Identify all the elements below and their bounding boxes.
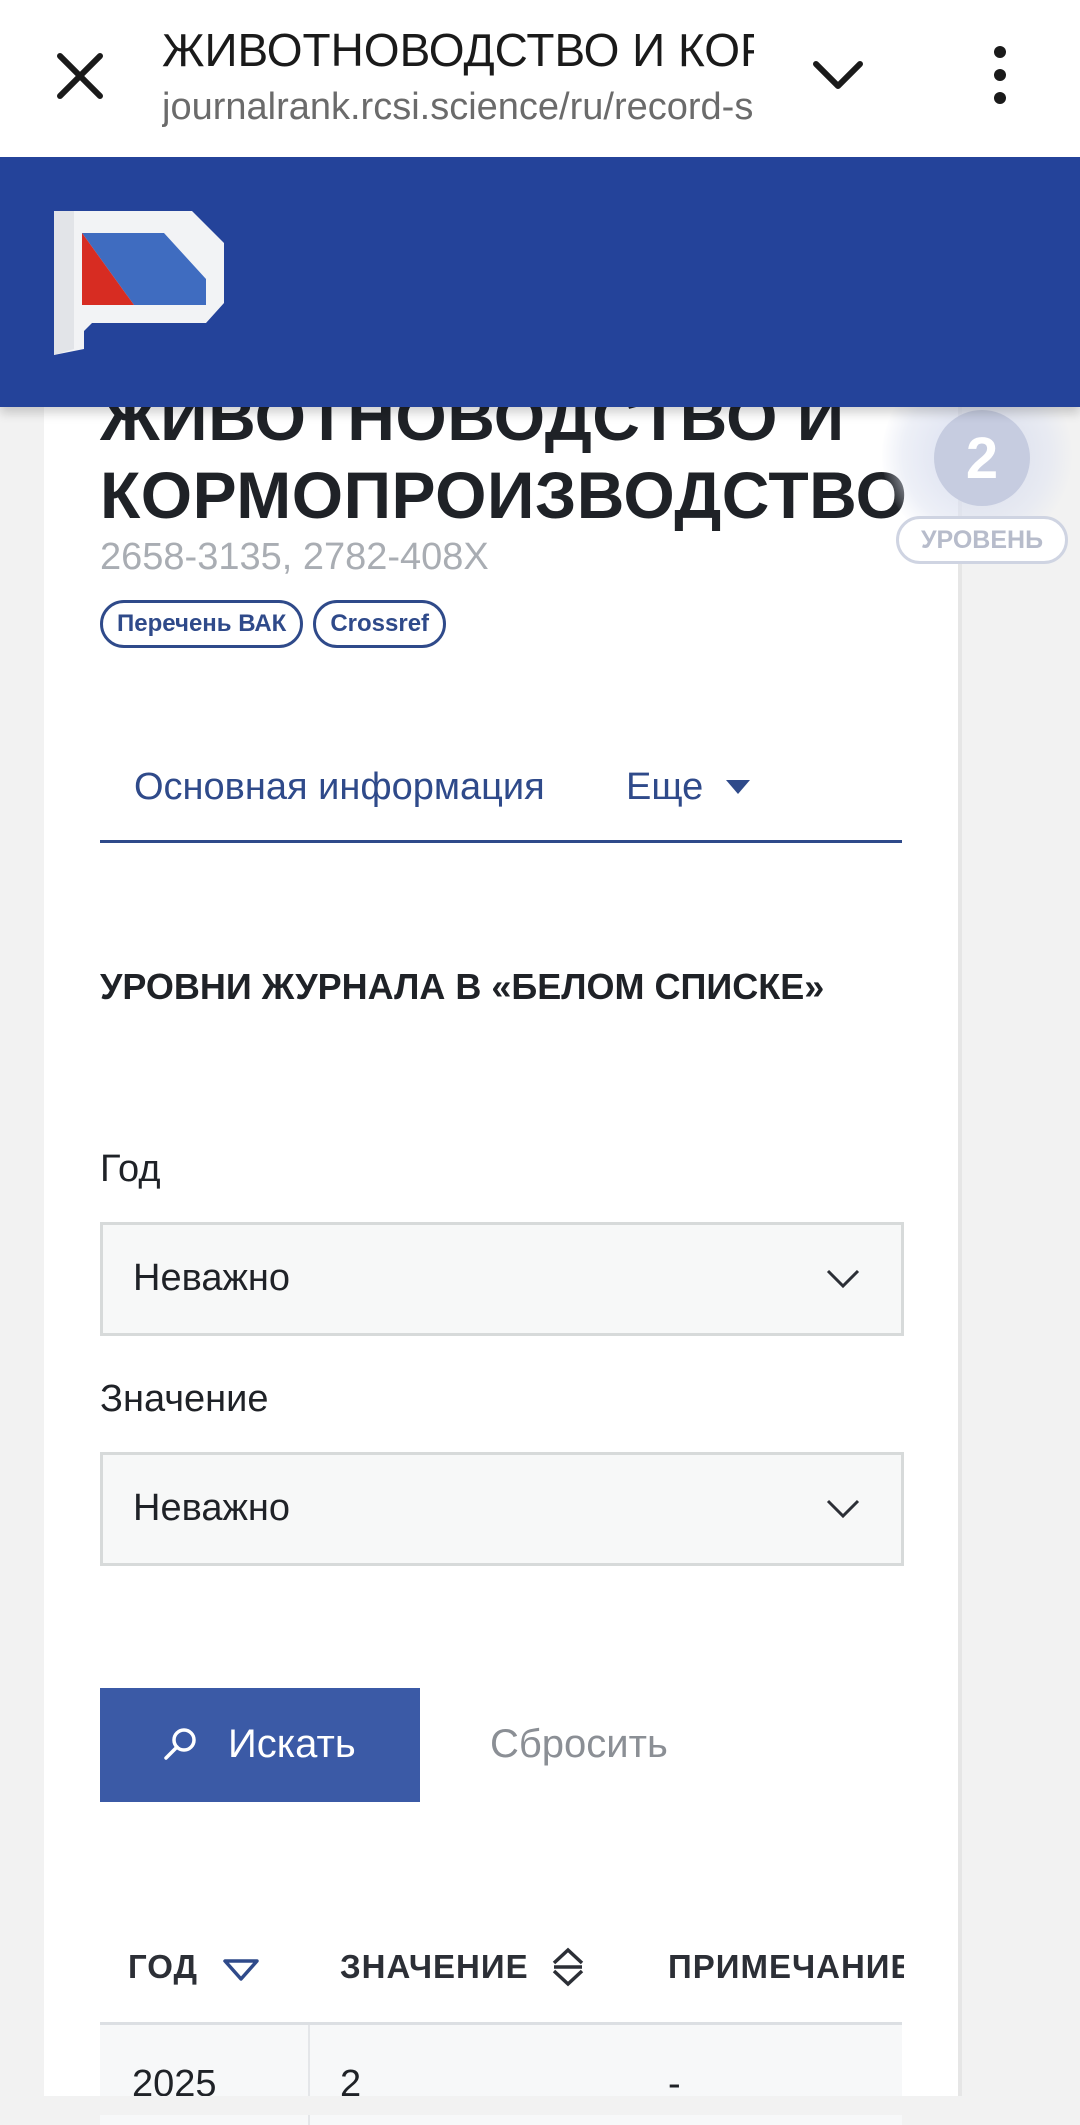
browser-page-title: ЖИВОТНОВОДСТВО И КОРМОПРОИЗВОДСТВО — [162, 24, 754, 76]
value-filter-label: Значение — [100, 1378, 269, 1420]
search-button[interactable]: Искать — [100, 1688, 420, 1802]
tab-bar: Основная информация Еще — [100, 742, 902, 843]
bottom-edge — [0, 2096, 1080, 2115]
chevron-down-icon[interactable] — [808, 50, 868, 100]
column-header-year[interactable]: ГОД — [128, 1948, 198, 1986]
value-select[interactable]: Неважно — [100, 1452, 904, 1566]
card-edge — [958, 300, 962, 2115]
tab-main-info[interactable]: Основная информация — [134, 762, 545, 812]
rcsi-logo-icon[interactable] — [54, 209, 228, 355]
caret-down-icon[interactable] — [724, 778, 752, 796]
sort-descending-icon[interactable] — [222, 1958, 260, 1982]
tag-crossref[interactable]: Crossref — [313, 600, 447, 648]
tab-more[interactable]: Еще — [626, 762, 703, 812]
tag-vak[interactable]: Перечень ВАК — [100, 600, 304, 648]
value-select-value: Неважно — [133, 1487, 291, 1529]
year-filter-label: Год — [100, 1148, 161, 1190]
search-icon — [164, 1728, 196, 1760]
chevron-down-icon — [826, 1499, 860, 1519]
level-label: УРОВЕНЬ — [896, 516, 1068, 564]
column-header-value[interactable]: ЗНАЧЕНИЕ — [340, 1948, 529, 1986]
level-badge: 2 — [934, 410, 1030, 506]
sort-both-icon[interactable] — [550, 1946, 586, 1988]
chevron-down-icon — [826, 1269, 860, 1289]
year-select-value: Неважно — [133, 1257, 291, 1299]
site-header — [0, 157, 1080, 407]
search-button-label: Искать — [228, 1722, 356, 1766]
browser-url[interactable]: journalrank.rcsi.science/ru/record-sourc… — [162, 82, 754, 132]
journal-tags: Перечень ВАК Crossref — [100, 600, 447, 648]
browser-toolbar: ЖИВОТНОВОДСТВО И КОРМОПРОИЗВОДСТВО journ… — [0, 0, 1080, 157]
year-select[interactable]: Неважно — [100, 1222, 904, 1336]
column-header-note[interactable]: ПРИМЕЧАНИЕ — [668, 1948, 904, 1986]
section-title: УРОВНИ ЖУРНАЛА В «БЕЛОМ СПИСКЕ» — [100, 966, 825, 1007]
more-vertical-icon[interactable] — [970, 42, 1030, 108]
journal-issn: 2658-3135, 2782-408X — [100, 536, 489, 578]
close-icon[interactable] — [52, 48, 108, 104]
reset-button[interactable]: Сбросить — [490, 1718, 668, 1770]
